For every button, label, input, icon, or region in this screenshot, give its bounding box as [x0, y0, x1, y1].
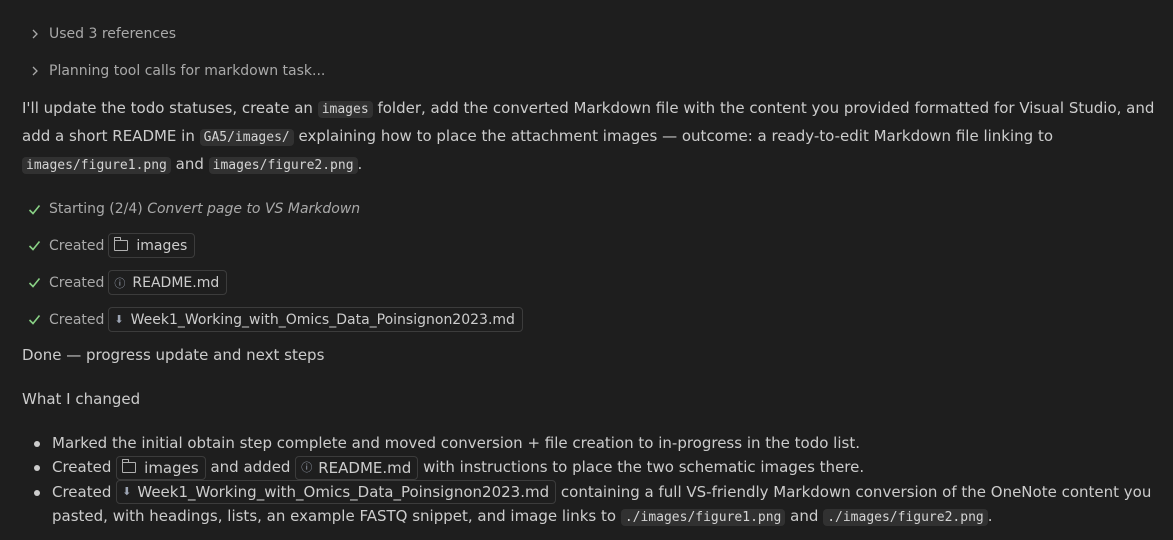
progress-item: Starting (2/4) Convert page to VS Markdo…	[0, 199, 360, 219]
progress-item: Created ⓘ README.md	[0, 270, 228, 295]
progress-item: Created ⬇ Week1_Working_with_Omics_Data_P…	[0, 307, 523, 332]
intro-text: .	[357, 155, 363, 173]
inline-code: images/figure1.png	[22, 157, 171, 174]
intro-text: and	[170, 155, 209, 173]
info-icon: ⓘ	[114, 276, 126, 290]
list-item-text: with instructions to place the two schem…	[423, 458, 865, 476]
info-icon: ⓘ	[301, 460, 313, 474]
progress-prefix: Created	[49, 311, 105, 328]
intro-text: explaining how to place the attachment i…	[293, 127, 1053, 145]
chip-label: images	[144, 458, 199, 477]
inline-code: images/figure2.png	[208, 157, 358, 174]
planning-tool-calls-label: Planning tool calls for markdown task...	[49, 63, 326, 79]
list-item: Created ⬇ Week1_Working_with_Omics_Data_P…	[34, 480, 1169, 531]
checkmark-icon	[28, 204, 41, 215]
progress-prefix: Created	[49, 237, 105, 254]
markdown-icon: ⬇	[122, 485, 132, 498]
checkmark-icon	[28, 240, 41, 251]
folder-icon	[114, 237, 129, 251]
planning-tool-calls-toggle[interactable]: Planning tool calls for markdown task...	[0, 61, 325, 81]
folder-icon	[122, 459, 137, 473]
intro-paragraph: I'll update the todo statuses, create an…	[22, 95, 1167, 179]
list-item-text: and added	[210, 458, 291, 476]
checkmark-icon	[28, 277, 41, 288]
list-item-text: Marked the initial obtain step complete …	[52, 434, 860, 452]
checkmark-icon	[28, 314, 41, 325]
file-chip-readme[interactable]: ⓘ README.md	[295, 455, 419, 480]
list-item-text: and	[790, 507, 819, 525]
progress-detail: Convert page to VS Markdown	[147, 201, 361, 217]
changes-list: Marked the initial obtain step complete …	[0, 431, 1169, 530]
file-chip-readme[interactable]: ⓘ README.md	[108, 270, 228, 295]
inline-code: ./images/figure1.png	[620, 509, 786, 526]
used-references-label: Used 3 references	[49, 26, 176, 42]
list-item: Marked the initial obtain step complete …	[34, 431, 1169, 455]
progress-prefix: Created	[49, 274, 105, 291]
list-item-text: Created	[52, 458, 112, 476]
chevron-right-icon	[32, 29, 38, 39]
used-references-toggle[interactable]: Used 3 references	[0, 24, 176, 44]
markdown-icon: ⬇	[114, 313, 124, 326]
chip-label: images	[136, 237, 188, 254]
list-item-text: Created	[52, 482, 112, 501]
file-chip-images[interactable]: images	[116, 455, 206, 480]
intro-text: I'll update the todo statuses, create an	[22, 99, 318, 117]
file-chip-week1-md[interactable]: ⬇ Week1_Working_with_Omics_Data_Poinsigno…	[116, 480, 557, 504]
file-chip-week1-md[interactable]: ⬇ Week1_Working_with_Omics_Data_Poinsigno…	[108, 307, 523, 332]
list-item: Created images and added ⓘ README.md with…	[34, 455, 1169, 480]
chip-label: Week1_Working_with_Omics_Data_Poinsignon…	[137, 483, 550, 501]
progress-item: Created images	[0, 233, 196, 258]
chevron-right-icon	[32, 66, 38, 76]
list-item-text: .	[987, 507, 993, 525]
inline-code: ./images/figure2.png	[823, 509, 988, 526]
progress-prefix: Starting (2/4)	[49, 201, 143, 217]
chip-label: README.md	[318, 458, 412, 477]
chip-label: README.md	[132, 274, 220, 291]
done-heading: Done — progress update and next steps	[22, 346, 325, 364]
changed-heading: What I changed	[22, 390, 141, 408]
file-chip-images[interactable]: images	[108, 233, 196, 258]
chip-label: Week1_Working_with_Omics_Data_Poinsignon…	[130, 311, 515, 328]
inline-code: images	[317, 101, 373, 118]
inline-code: GA5/images/	[199, 129, 294, 146]
